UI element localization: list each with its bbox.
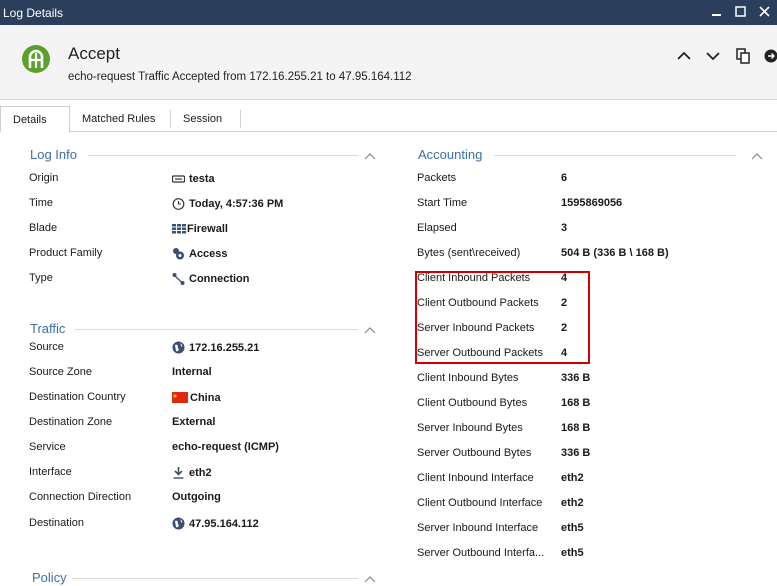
accounting-value: 336 B xyxy=(561,372,590,384)
section-divider xyxy=(494,155,736,156)
destination-value[interactable]: 47.95.164.112 xyxy=(172,517,259,530)
accounting-value: 3 xyxy=(561,222,567,234)
globe-icon xyxy=(172,517,185,530)
accounting-value: eth2 xyxy=(561,472,584,484)
access-icon xyxy=(172,247,185,260)
accounting-value: eth5 xyxy=(561,547,584,559)
chevron-down-icon[interactable] xyxy=(704,46,722,66)
type-value: Connection xyxy=(172,272,250,285)
connection-direction-label: Connection Direction xyxy=(29,491,131,503)
accounting-label: Server Outbound Interfa... xyxy=(417,547,544,559)
accounting-value: 336 B xyxy=(561,447,590,459)
accounting-value: 1595869056 xyxy=(561,197,622,209)
tab-details[interactable]: Details xyxy=(0,106,70,133)
tab-session[interactable]: Session xyxy=(171,106,234,132)
time-label: Time xyxy=(29,197,53,209)
accounting-label: Client Inbound Bytes xyxy=(417,372,519,384)
interface-value: eth2 xyxy=(172,466,212,479)
clock-icon xyxy=(172,197,185,210)
accounting-label: Elapsed xyxy=(417,222,457,234)
traffic-heading: Traffic xyxy=(30,321,65,336)
accounting-value: 168 B xyxy=(561,397,590,409)
download-arrow-icon xyxy=(172,466,185,479)
gateway-icon xyxy=(172,172,185,185)
source-zone-label: Source Zone xyxy=(29,366,92,378)
accounting-label: Server Inbound Bytes xyxy=(417,422,523,434)
tab-divider xyxy=(240,110,241,128)
firewall-icon xyxy=(172,222,185,235)
share-icon[interactable] xyxy=(762,46,777,66)
tab-matched-rules[interactable]: Matched Rules xyxy=(70,106,167,132)
highlight-box xyxy=(415,271,590,364)
window-titlebar: Log Details xyxy=(0,0,777,25)
source-value[interactable]: 172.16.255.21 xyxy=(172,341,259,354)
collapse-chevron-icon[interactable] xyxy=(364,325,376,333)
accounting-value: 168 B xyxy=(561,422,590,434)
accounting-label: Packets xyxy=(417,172,456,184)
accounting-value: 504 B (336 B \ 168 B) xyxy=(561,247,669,259)
log-description: echo-request Traffic Accepted from 172.1… xyxy=(68,71,412,83)
log-info-heading: Log Info xyxy=(30,147,77,162)
destination-country-label: Destination Country xyxy=(29,391,126,403)
connection-icon xyxy=(172,272,185,285)
window-title: Log Details xyxy=(3,6,63,20)
interface-label: Interface xyxy=(29,466,72,478)
close-icon[interactable] xyxy=(757,3,773,21)
product-family-value: Access xyxy=(172,247,228,260)
section-divider xyxy=(88,155,358,156)
accounting-label: Bytes (sent\received) xyxy=(417,247,520,259)
section-divider xyxy=(72,578,358,579)
source-label: Source xyxy=(29,341,64,353)
destination-country-value: China xyxy=(172,391,221,404)
copy-icon[interactable] xyxy=(734,46,752,66)
minimize-icon[interactable] xyxy=(709,3,725,21)
destination-zone-label: Destination Zone xyxy=(29,416,112,428)
destination-zone-value: External xyxy=(172,416,215,428)
product-family-label: Product Family xyxy=(29,247,102,259)
collapse-chevron-icon[interactable] xyxy=(364,574,376,582)
log-action-title: Accept xyxy=(68,44,120,64)
china-flag-icon xyxy=(172,391,188,404)
policy-heading: Policy xyxy=(32,570,67,585)
origin-label: Origin xyxy=(29,172,58,184)
accounting-label: Start Time xyxy=(417,197,467,209)
maximize-icon[interactable] xyxy=(733,3,749,21)
service-label: Service xyxy=(29,441,66,453)
collapse-chevron-icon[interactable] xyxy=(751,151,763,159)
section-divider xyxy=(75,329,358,330)
blade-value: Firewall xyxy=(172,222,228,235)
accounting-heading: Accounting xyxy=(418,147,482,162)
accounting-label: Server Inbound Interface xyxy=(417,522,538,534)
blade-label: Blade xyxy=(29,222,57,234)
accept-icon xyxy=(22,45,50,73)
accounting-label: Client Inbound Interface xyxy=(417,472,534,484)
chevron-up-icon[interactable] xyxy=(675,46,693,66)
accounting-label: Server Outbound Bytes xyxy=(417,447,531,459)
destination-label: Destination xyxy=(29,517,84,529)
globe-icon xyxy=(172,341,185,354)
connection-direction-value: Outgoing xyxy=(172,491,221,503)
service-value: echo-request (ICMP) xyxy=(172,441,279,453)
origin-value: testa xyxy=(172,172,215,185)
collapse-chevron-icon[interactable] xyxy=(364,151,376,159)
accounting-value: eth2 xyxy=(561,497,584,509)
accounting-label: Client Outbound Bytes xyxy=(417,397,527,409)
accounting-label: Client Outbound Interface xyxy=(417,497,542,509)
time-value: Today, 4:57:36 PM xyxy=(172,197,283,210)
type-label: Type xyxy=(29,272,53,284)
accounting-value: eth5 xyxy=(561,522,584,534)
source-zone-value: Internal xyxy=(172,366,212,378)
accounting-value: 6 xyxy=(561,172,567,184)
